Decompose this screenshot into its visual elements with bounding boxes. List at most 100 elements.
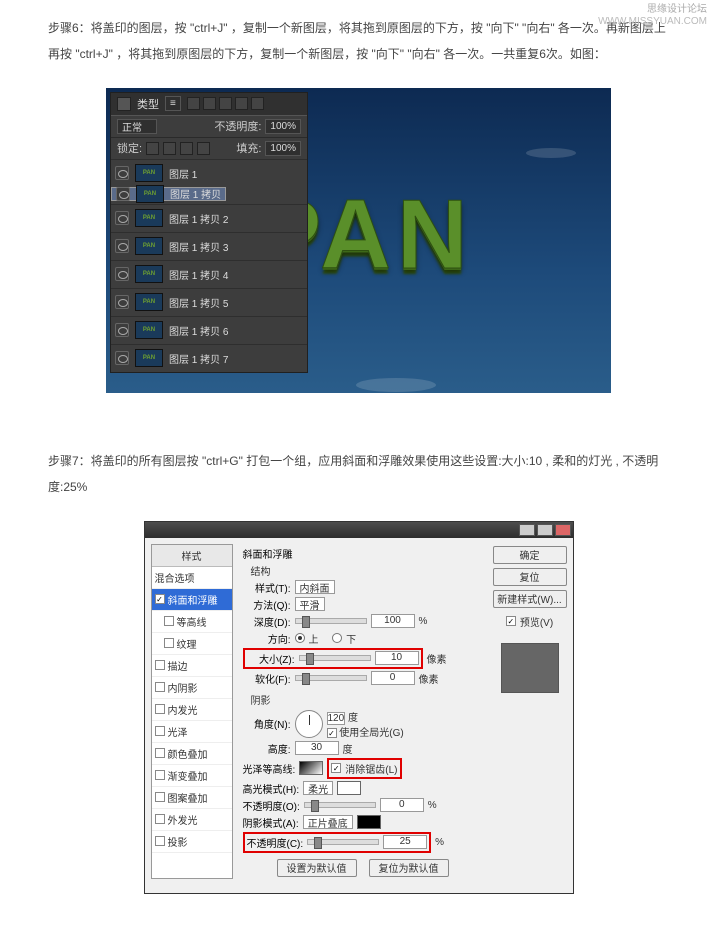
layer-thumb[interactable]: PAN: [135, 265, 163, 283]
make-default-button[interactable]: 设置为默认值: [277, 859, 357, 877]
checkbox[interactable]: [164, 616, 174, 626]
layer-thumb[interactable]: PAN: [135, 321, 163, 339]
checkbox[interactable]: [155, 770, 165, 780]
fx-blend-options[interactable]: 混合选项: [152, 567, 232, 589]
fx-stroke[interactable]: 描边: [152, 655, 232, 677]
eye-icon[interactable]: [115, 239, 129, 253]
eye-icon[interactable]: [115, 211, 129, 225]
size-input[interactable]: 10: [375, 651, 419, 665]
hl-opacity-input[interactable]: 0: [380, 798, 424, 812]
eye-icon[interactable]: [115, 295, 129, 309]
size-slider[interactable]: [299, 655, 371, 661]
fx-contour[interactable]: 等高线: [152, 611, 232, 633]
fx-drop-shadow[interactable]: 投影: [152, 831, 232, 853]
reset-default-button[interactable]: 复位为默认值: [369, 859, 449, 877]
eye-icon[interactable]: [115, 351, 129, 365]
eye-icon[interactable]: [115, 323, 129, 337]
size-highlight: 大小(Z):10: [243, 648, 423, 669]
gloss-contour-picker[interactable]: [299, 761, 323, 775]
layer-thumb[interactable]: PAN: [135, 293, 163, 311]
hl-color-swatch[interactable]: [337, 781, 361, 795]
sh-mode-select[interactable]: 正片叠底: [303, 815, 353, 829]
soften-input[interactable]: 0: [371, 671, 415, 685]
dir-up-radio[interactable]: [295, 633, 305, 643]
hl-opacity-slider[interactable]: [304, 802, 376, 808]
layer-item[interactable]: PAN图层 1: [111, 159, 307, 187]
layer-item[interactable]: PAN图层 1 拷贝 5: [111, 288, 307, 316]
lock-trans-icon[interactable]: [146, 142, 159, 155]
filter-shape-icon[interactable]: [235, 97, 248, 110]
depth-slider[interactable]: [295, 618, 367, 624]
max-icon[interactable]: [537, 524, 553, 536]
style-select[interactable]: 内斜面: [295, 580, 335, 594]
layer-item[interactable]: PAN图层 1 拷贝 2: [111, 204, 307, 232]
lock-pixel-icon[interactable]: [163, 142, 176, 155]
checkbox[interactable]: [155, 792, 165, 802]
sh-color-swatch[interactable]: [357, 815, 381, 829]
sh-opacity-input[interactable]: 25: [383, 835, 427, 849]
opacity-input[interactable]: 100%: [265, 119, 301, 134]
layers-panel[interactable]: 类型 ≡ 正常 不透明度: 100% 锁定:: [110, 92, 308, 373]
checkbox[interactable]: [155, 748, 165, 758]
checkbox[interactable]: [155, 814, 165, 824]
fx-gradient-overlay[interactable]: 渐变叠加: [152, 765, 232, 787]
layer-thumb[interactable]: PAN: [135, 237, 163, 255]
soften-slider[interactable]: [295, 675, 367, 681]
lock-all-icon[interactable]: [197, 142, 210, 155]
angle-input[interactable]: 120: [327, 712, 346, 725]
layer-item[interactable]: PAN图层 1 拷贝 4: [111, 260, 307, 288]
cancel-button[interactable]: 复位: [493, 568, 567, 586]
dir-down-radio[interactable]: [332, 633, 342, 643]
layer-thumb[interactable]: PAN: [136, 185, 164, 203]
checkbox[interactable]: ✓: [155, 594, 165, 604]
fx-satin[interactable]: 光泽: [152, 721, 232, 743]
close-icon[interactable]: [555, 524, 571, 536]
fx-outer-glow[interactable]: 外发光: [152, 809, 232, 831]
lock-pos-icon[interactable]: [180, 142, 193, 155]
filter-kind-select[interactable]: ≡: [165, 96, 181, 111]
fx-pattern-overlay[interactable]: 图案叠加: [152, 787, 232, 809]
layer-item[interactable]: PAN图层 1 拷贝 6: [111, 316, 307, 344]
checkbox[interactable]: [155, 660, 165, 670]
layer-item[interactable]: PAN图层 1 拷贝: [111, 187, 226, 201]
layer-item[interactable]: PAN图层 1 拷贝 7: [111, 344, 307, 372]
technique-select[interactable]: 平滑: [295, 597, 325, 611]
dialog-titlebar[interactable]: [145, 522, 573, 538]
blend-mode-select[interactable]: 正常: [117, 119, 157, 134]
sh-opacity-slider[interactable]: [307, 839, 379, 845]
filter-smart-icon[interactable]: [251, 97, 264, 110]
fx-texture[interactable]: 纹理: [152, 633, 232, 655]
checkbox[interactable]: [164, 638, 174, 648]
fill-input[interactable]: 100%: [265, 141, 301, 156]
eye-icon[interactable]: [115, 166, 129, 180]
checkbox[interactable]: [155, 704, 165, 714]
angle-dial[interactable]: [295, 710, 323, 738]
new-style-button[interactable]: 新建样式(W)...: [493, 590, 567, 608]
fx-color-overlay[interactable]: 颜色叠加: [152, 743, 232, 765]
layer-style-dialog[interactable]: 样式 混合选项 ✓斜面和浮雕 等高线 纹理 描边 内阴影 内发光 光泽 颜色叠加…: [144, 521, 574, 894]
filter-type-icon[interactable]: [219, 97, 232, 110]
min-icon[interactable]: [519, 524, 535, 536]
depth-input[interactable]: 100: [371, 614, 415, 628]
fx-inner-shadow[interactable]: 内阴影: [152, 677, 232, 699]
filter-adjust-icon[interactable]: [203, 97, 216, 110]
filter-pixel-icon[interactable]: [187, 97, 200, 110]
eye-icon[interactable]: [115, 267, 129, 281]
antialias-checkbox[interactable]: ✓: [331, 763, 341, 773]
fx-bevel[interactable]: ✓斜面和浮雕: [152, 589, 232, 611]
layer-thumb[interactable]: PAN: [135, 349, 163, 367]
layer-thumb[interactable]: PAN: [135, 209, 163, 227]
fx-inner-glow[interactable]: 内发光: [152, 699, 232, 721]
eye-icon[interactable]: [116, 187, 130, 201]
altitude-input[interactable]: 30: [295, 741, 339, 755]
hl-mode-select[interactable]: 柔光: [303, 781, 333, 795]
checkbox[interactable]: [155, 726, 165, 736]
ok-button[interactable]: 确定: [493, 546, 567, 564]
layer-thumb[interactable]: PAN: [135, 164, 163, 182]
kind-icon[interactable]: [117, 97, 131, 111]
layer-item[interactable]: PAN图层 1 拷贝 3: [111, 232, 307, 260]
preview-checkbox[interactable]: ✓: [506, 616, 516, 626]
checkbox[interactable]: [155, 836, 165, 846]
global-light-checkbox[interactable]: ✓: [327, 728, 337, 738]
checkbox[interactable]: [155, 682, 165, 692]
